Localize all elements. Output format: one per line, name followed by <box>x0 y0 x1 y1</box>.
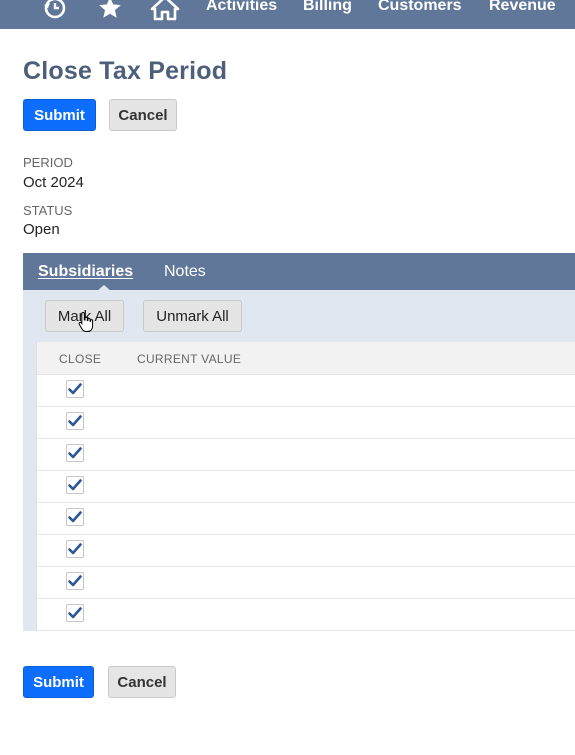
close-checkbox[interactable] <box>66 380 84 398</box>
table-header: CLOSE CURRENT VALUE <box>37 342 575 375</box>
recent-history-icon[interactable] <box>41 0 69 22</box>
close-checkbox[interactable] <box>66 476 84 494</box>
subtab-bar: Subsidiaries Notes <box>23 253 575 291</box>
submit-button-top[interactable]: Submit <box>23 99 96 131</box>
hand-pointer-cursor-icon <box>78 311 94 338</box>
checkmark-icon <box>68 575 82 587</box>
cancel-button-bottom[interactable]: Cancel <box>108 666 176 698</box>
nav-link-activities[interactable]: Activities <box>206 0 277 15</box>
status-value: Open <box>23 221 60 238</box>
top-navigation-bar: Activities Billing Customers Revenue <box>0 0 575 29</box>
column-header-close[interactable]: CLOSE <box>59 352 101 366</box>
home-icon[interactable] <box>150 0 180 22</box>
cancel-button-top[interactable]: Cancel <box>109 99 177 131</box>
table-row <box>37 503 575 535</box>
close-checkbox[interactable] <box>66 572 84 590</box>
table-row <box>37 471 575 503</box>
close-checkbox[interactable] <box>66 604 84 622</box>
subsidiaries-table: CLOSE CURRENT VALUE <box>36 342 575 631</box>
period-label: PERIOD <box>23 155 73 170</box>
table-row <box>37 567 575 599</box>
submit-button-bottom[interactable]: Submit <box>23 666 94 698</box>
tab-notes[interactable]: Notes <box>164 263 206 281</box>
checkmark-icon <box>68 607 82 619</box>
table-row <box>37 375 575 407</box>
checkmark-icon <box>68 415 82 427</box>
favorites-star-icon[interactable] <box>96 0 124 22</box>
table-row <box>37 599 575 631</box>
nav-link-customers[interactable]: Customers <box>378 0 462 15</box>
close-checkbox[interactable] <box>66 540 84 558</box>
table-row <box>37 439 575 471</box>
table-row <box>37 407 575 439</box>
tab-notes-label: Notes <box>164 263 206 280</box>
checkmark-icon <box>68 479 82 491</box>
close-checkbox[interactable] <box>66 508 84 526</box>
close-checkbox[interactable] <box>66 412 84 430</box>
unmark-all-button[interactable]: Unmark All <box>143 300 242 332</box>
column-header-current-value[interactable]: CURRENT VALUE <box>137 352 241 366</box>
tab-subsidiaries[interactable]: Subsidiaries <box>38 263 133 281</box>
status-label: STATUS <box>23 203 73 218</box>
tab-subsidiaries-label: Subsidiaries <box>38 263 134 280</box>
checkmark-icon <box>68 447 82 459</box>
checkmark-icon <box>68 511 82 523</box>
nav-link-billing[interactable]: Billing <box>303 0 352 15</box>
checkmark-icon <box>68 383 82 395</box>
period-value: Oct 2024 <box>23 174 84 191</box>
page-title: Close Tax Period <box>23 57 228 85</box>
nav-link-revenue[interactable]: Revenue <box>489 0 556 15</box>
close-checkbox[interactable] <box>66 444 84 462</box>
checkmark-icon <box>68 543 82 555</box>
table-row <box>37 535 575 567</box>
